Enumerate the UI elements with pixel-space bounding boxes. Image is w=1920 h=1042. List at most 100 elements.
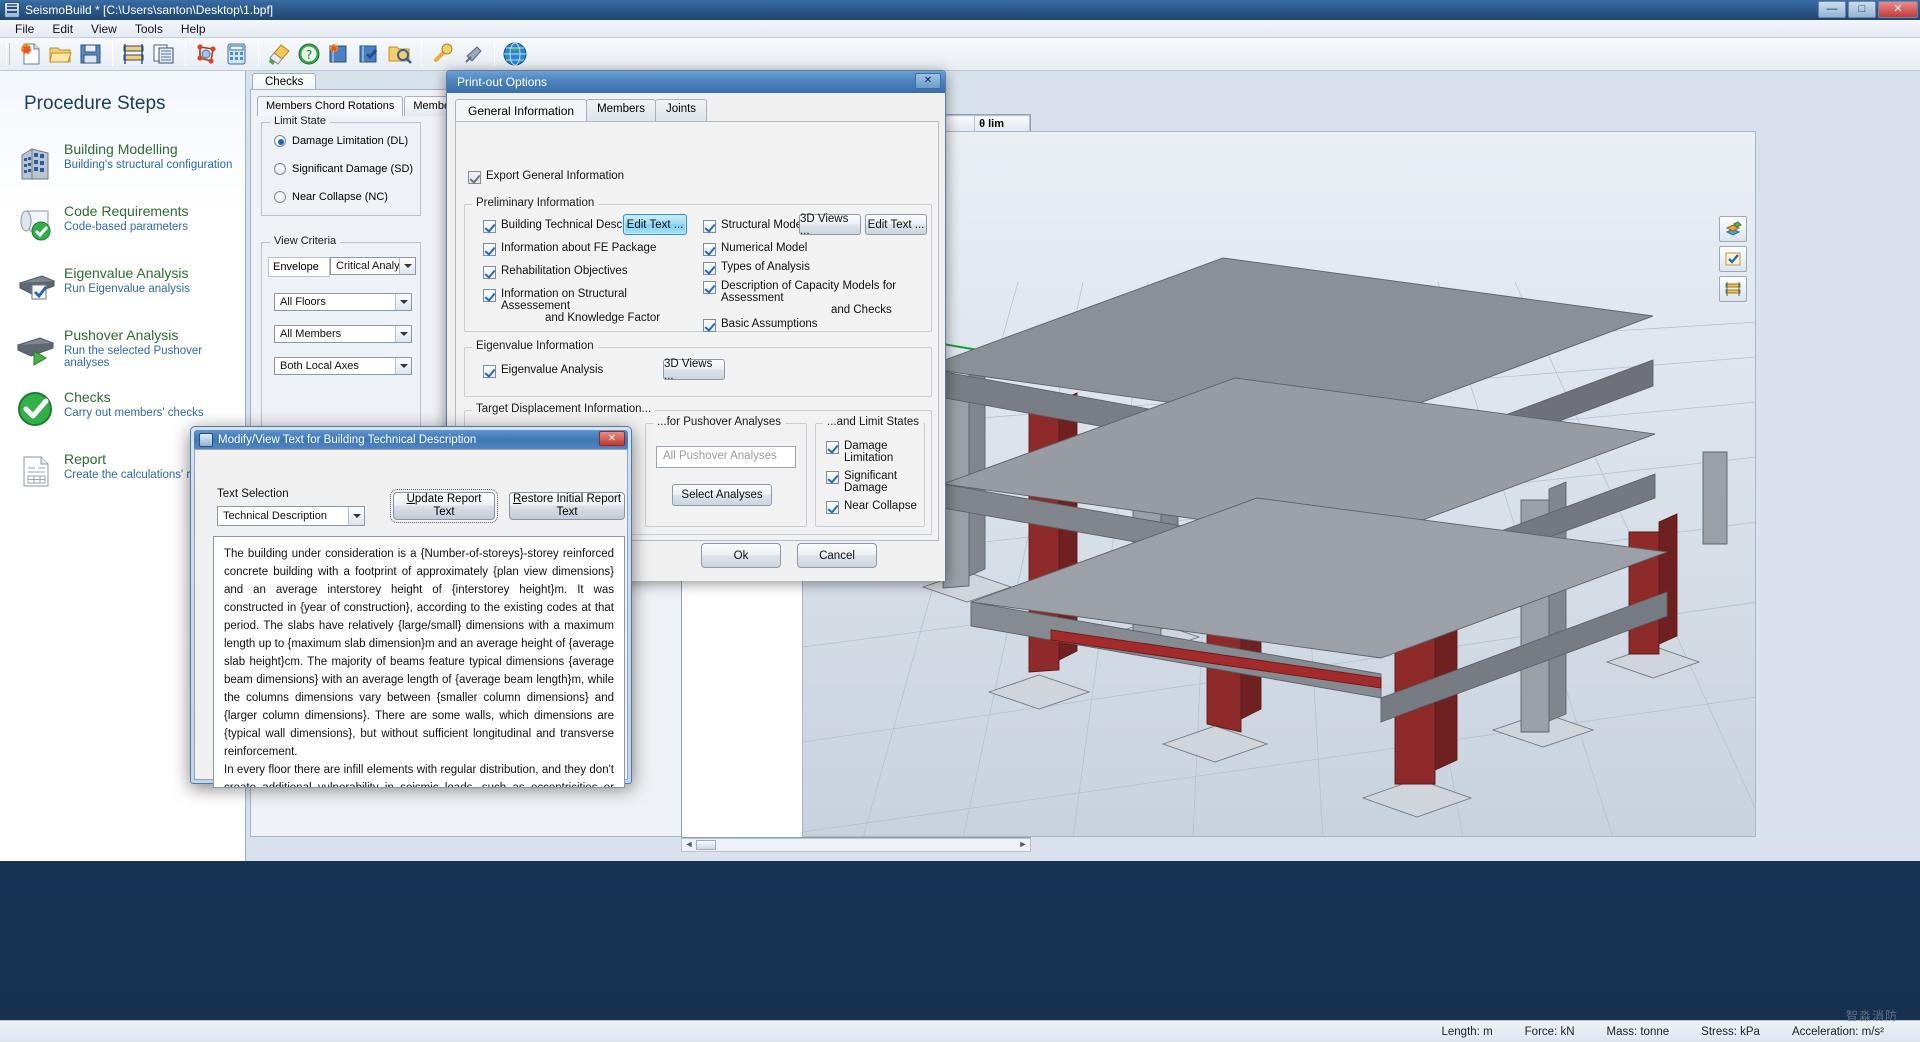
model-nodes-icon[interactable]	[192, 40, 222, 68]
col-theta-lim[interactable]: θ lim	[975, 116, 1030, 133]
checkbox-export-general-information[interactable]: Export General Information	[468, 170, 624, 184]
axes-filter-combo[interactable]: Both Local Axes	[274, 357, 412, 375]
floors-filter-combo[interactable]: All Floors	[274, 293, 412, 311]
checkbox-rehabilitation-objectives[interactable]: Rehabilitation Objectives	[483, 265, 628, 279]
maximize-button[interactable]: □	[1848, 1, 1876, 18]
checkbox-structural-assessment[interactable]: Information on Structural Assessement an…	[483, 288, 673, 324]
paragraph-2: In every floor there are infill elements…	[224, 761, 614, 788]
sidebar-item-eigenvalue-analysis[interactable]: Eigenvalue Analysis Run Eigenvalue analy…	[0, 257, 245, 319]
radio-damage-limitation[interactable]: Damage Limitation (DL)	[274, 135, 420, 147]
checkbox-box	[826, 501, 839, 514]
checkbox-box	[703, 220, 716, 233]
modify-text-dialog-titlebar[interactable]: Modify/View Text for Building Technical …	[194, 430, 628, 449]
sidebar-item-pushover-analysis[interactable]: Pushover Analysis Run the selected Pusho…	[0, 319, 245, 381]
minimize-button[interactable]: —	[1818, 1, 1846, 18]
checkbox-label: Information on Structural Assessement	[501, 288, 627, 312]
ok-button[interactable]: Ok	[701, 543, 781, 568]
modify-text-close-button[interactable]: ✕	[599, 431, 625, 446]
sidebar-item-label: Pushover Analysis	[64, 327, 245, 343]
structural-model-edit-text-button[interactable]: Edit Text ...	[865, 214, 927, 235]
book-star-icon[interactable]	[325, 40, 355, 68]
eigenvalue-3d-views-button[interactable]: 3D Views ...	[663, 359, 725, 380]
edit-text-button[interactable]: Edit Text ...	[623, 214, 687, 235]
checkbox-structural-model[interactable]: Structural Model	[703, 219, 805, 233]
results-horizontal-scrollbar[interactable]: ◄ ►	[681, 838, 1031, 852]
checkbox-limit-state-near-collapse[interactable]: Near Collapse	[826, 500, 917, 514]
radio-dot	[274, 135, 286, 147]
chevron-down-icon[interactable]	[395, 326, 411, 342]
pin-icon[interactable]	[458, 40, 488, 68]
check-square-icon[interactable]	[1719, 246, 1747, 272]
new-file-icon[interactable]	[16, 40, 46, 68]
scrollbar-thumb[interactable]	[696, 840, 716, 850]
open-folder-icon[interactable]	[46, 40, 76, 68]
chevron-down-icon[interactable]	[395, 358, 411, 374]
floor-levels-icon[interactable]	[1719, 276, 1747, 302]
toolbar-grip[interactable]	[6, 43, 10, 65]
menu-item-help[interactable]: Help	[172, 21, 215, 37]
checkbox-label: Rehabilitation Objectives	[501, 265, 628, 277]
tab-joints[interactable]: Joints	[655, 99, 707, 123]
checkbox-description-capacity-models[interactable]: Description of Capacity Models for Asses…	[703, 280, 929, 316]
envelope-combo[interactable]: Critical Analysis	[330, 257, 416, 275]
menu-item-file[interactable]: File	[6, 21, 43, 37]
toolbar-separator	[185, 42, 186, 66]
radio-label: Significant Damage (SD)	[292, 163, 413, 175]
printout-close-button[interactable]: ✕	[915, 73, 941, 89]
checkbox-information-fe-package[interactable]: Information about FE Package	[483, 242, 656, 256]
chevron-down-icon[interactable]	[395, 294, 411, 310]
update-report-text-button[interactable]: Update Report Text	[393, 492, 495, 520]
calculator-icon[interactable]	[222, 40, 252, 68]
radio-significant-damage[interactable]: Significant Damage (SD)	[274, 163, 420, 175]
pushover-analyses-field[interactable]: All Pushover Analyses	[656, 446, 796, 468]
modify-text-dialog[interactable]: Modify/View Text for Building Technical …	[190, 426, 632, 784]
select-analyses-button[interactable]: Select Analyses	[672, 484, 772, 506]
checkbox-eigenvalue-analysis[interactable]: Eigenvalue Analysis	[483, 364, 603, 378]
sidebar-item-code-requirements[interactable]: Code Requirements Code-based parameters	[0, 195, 245, 257]
tab-members-chord-rotations[interactable]: Members Chord Rotations	[257, 96, 403, 116]
sidebar-item-desc: Carry out members' checks	[64, 407, 204, 419]
floors-icon[interactable]	[119, 40, 149, 68]
checkbox-box	[468, 171, 481, 184]
menu-item-tools[interactable]: Tools	[126, 21, 172, 37]
checkbox-types-of-analysis[interactable]: Types of Analysis	[703, 261, 810, 275]
status-stress: Stress: kPa	[1685, 1026, 1776, 1038]
folder-search-icon[interactable]	[385, 40, 415, 68]
structural-model-3d-views-button[interactable]: 3D Views ...	[799, 214, 861, 235]
checkbox-box	[826, 441, 839, 454]
brush-icon[interactable]	[265, 40, 295, 68]
wrench-icon[interactable]	[428, 40, 458, 68]
checkbox-basic-assumptions[interactable]: Basic Assumptions	[703, 318, 818, 332]
floors-filter-value: All Floors	[280, 296, 326, 308]
menu-item-view[interactable]: View	[82, 21, 126, 37]
checkbox-limit-state-significant-damage[interactable]: Significant Damage	[826, 470, 924, 494]
scroll-left-arrow-icon[interactable]: ◄	[682, 839, 696, 851]
toolbar-separator	[421, 42, 422, 66]
chevron-down-icon[interactable]	[399, 258, 415, 274]
globe-icon[interactable]	[501, 40, 531, 68]
building-copy-icon[interactable]	[149, 40, 179, 68]
tab-general-information[interactable]: General Information	[455, 99, 587, 123]
chevron-down-icon[interactable]	[348, 507, 364, 525]
color-layers-icon[interactable]	[1719, 216, 1747, 242]
close-button[interactable]: ✕	[1878, 1, 1918, 18]
tab-members[interactable]: Members	[586, 99, 656, 123]
members-filter-combo[interactable]: All Members	[274, 325, 412, 343]
checkbox-limit-state-damage-limitation[interactable]: Damage Limitation	[826, 440, 924, 464]
sidebar-item-building-modelling[interactable]: Building Modelling Building's structural…	[0, 133, 245, 195]
help-question-icon[interactable]: ?	[295, 40, 325, 68]
menu-item-edit[interactable]: Edit	[43, 21, 82, 37]
save-disk-icon[interactable]	[76, 40, 106, 68]
text-selection-combo[interactable]: Technical Description	[217, 506, 365, 526]
sidebar-item-desc: Building's structural configuration	[64, 159, 232, 171]
sidebar-item-desc: Code-based parameters	[64, 221, 189, 233]
cancel-button[interactable]: Cancel	[797, 543, 877, 568]
technical-description-textarea[interactable]: The building under consideration is a {N…	[213, 536, 625, 788]
restore-initial-report-text-button[interactable]: Restore Initial Report Text	[509, 492, 625, 520]
book-check-icon[interactable]	[355, 40, 385, 68]
scroll-right-arrow-icon[interactable]: ►	[1016, 839, 1030, 851]
radio-dot	[274, 191, 286, 203]
checkbox-numerical-model[interactable]: Numerical Model	[703, 242, 807, 256]
printout-dialog-titlebar[interactable]: Print-out Options ✕	[447, 71, 945, 93]
radio-near-collapse[interactable]: Near Collapse (NC)	[274, 191, 420, 203]
